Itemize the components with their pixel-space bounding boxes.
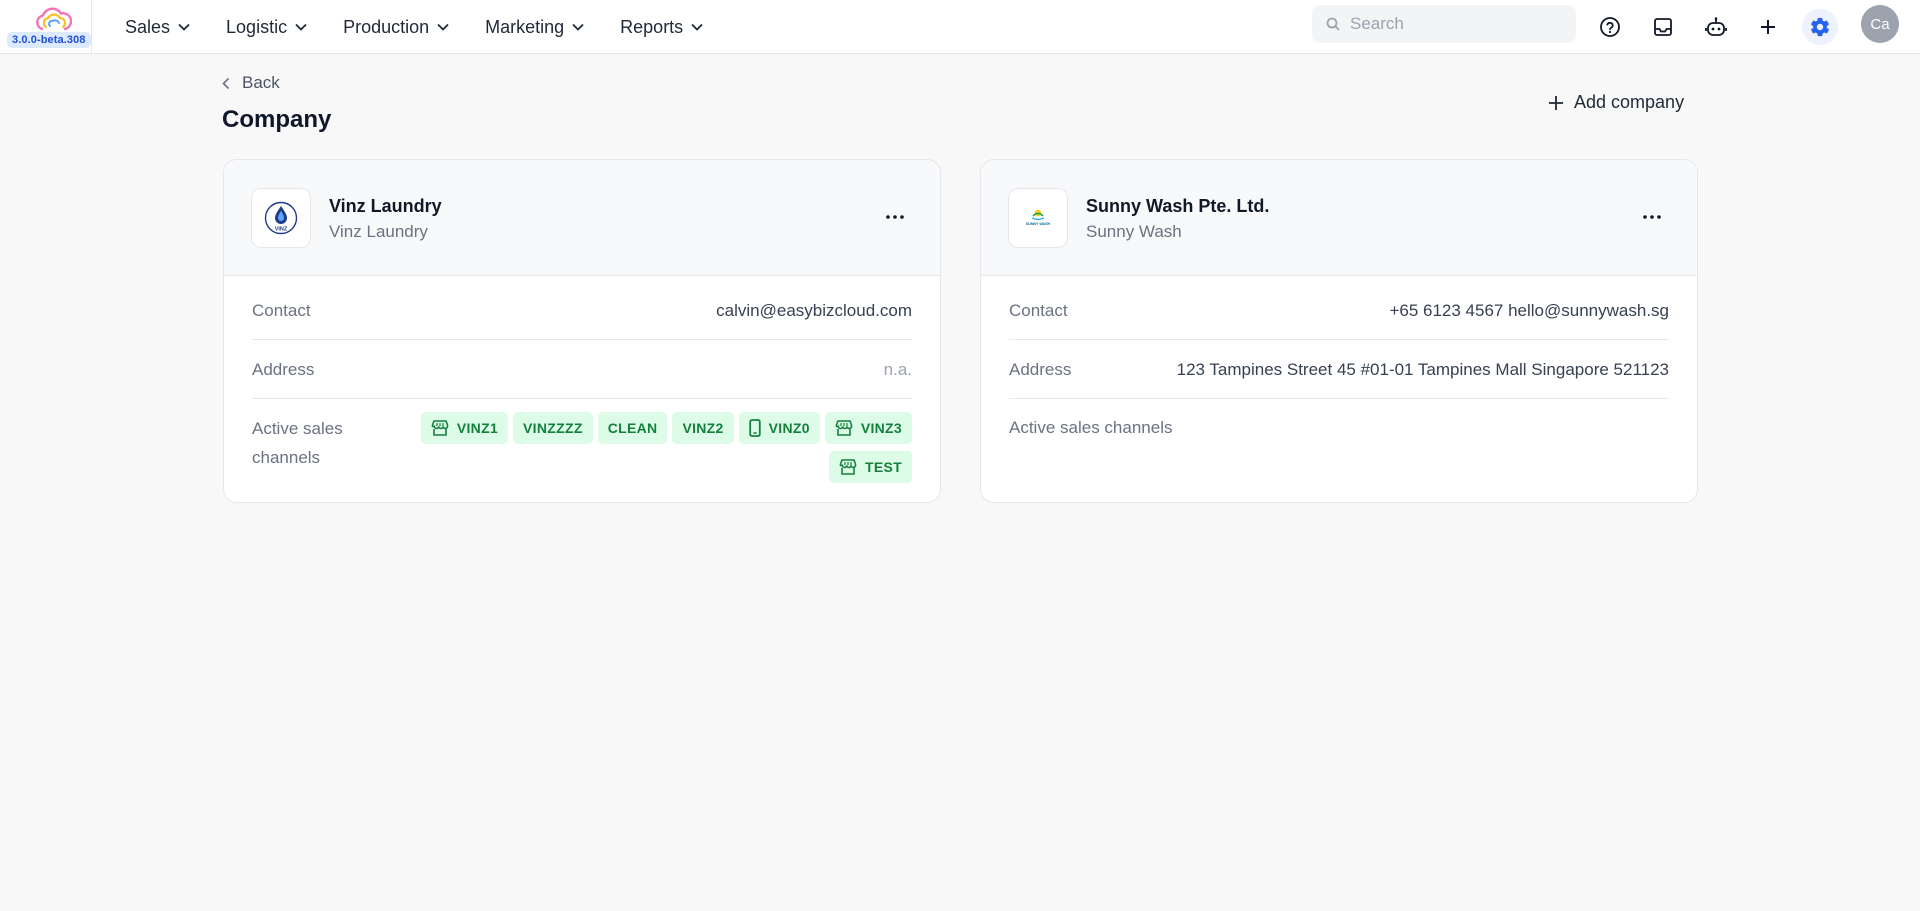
plus-icon [1549,95,1563,110]
logo-text: VINZ [275,227,288,233]
more-options-button[interactable] [1637,202,1667,232]
chevron-down-icon [691,23,703,31]
sunny-wash-logo-icon: SUNNY WASH [1026,209,1051,226]
main-menu: Sales Logistic Production Marketing Repo… [125,0,739,54]
active-sales-channels-label: Active sales channels [1009,418,1173,437]
menu-label: Marketing [485,16,565,37]
contact-row: Contact calvin@easybizcloud.com [252,301,912,321]
address-row: Address n.a. [252,360,912,380]
contact-value: +65 6123 4567 hello@sunnywash.sg [1389,301,1669,320]
sales-channel-chip[interactable]: VINZZZZ [513,412,593,444]
company-card: VINZ Vinz Laundry Vinz Laundry Contact c… [223,159,941,503]
menu-sales[interactable]: Sales [125,17,190,38]
address-label: Address [252,360,315,379]
add-company-button[interactable]: Add company [1548,92,1684,113]
storefront-icon [839,459,857,475]
user-avatar[interactable]: Ca [1861,5,1899,43]
page-title: Company [222,106,332,133]
sales-channel-chip[interactable]: VINZ3 [824,412,912,444]
mobile-phone-icon [748,419,761,437]
sales-channel-list: VINZ1 VINZZZZ CLEAN VINZ2 VINZ0 VINZ3 TE… [420,412,912,483]
version-badge: 3.0.0-beta.308 [7,32,91,48]
chevron-down-icon [572,23,584,31]
sales-channel-label: VINZ3 [860,420,902,436]
company-logo: SUNNY WASH [1008,188,1068,248]
divider [1009,339,1669,340]
menu-label: Logistic [226,16,288,37]
back-link[interactable]: Back [222,73,280,93]
more-horizontal-icon [886,215,904,219]
menu-label: Sales [125,16,171,37]
contact-label: Contact [1009,301,1068,320]
sales-channel-chip[interactable]: VINZ0 [738,412,820,444]
divider [1009,398,1669,399]
top-navbar: 3.0.0-beta.308 Sales Logistic Production… [0,0,1920,54]
sales-channel-label: CLEAN [607,420,658,436]
company-short-name: Vinz Laundry [329,222,428,241]
address-label: Address [1009,360,1072,379]
menu-logistic[interactable]: Logistic [226,17,307,38]
company-logo: VINZ [251,188,311,248]
assistant-button[interactable] [1698,9,1734,45]
company-card: SUNNY WASH Sunny Wash Pte. Ltd. Sunny Wa… [980,159,1698,503]
search-box[interactable] [1312,5,1576,43]
company-card-header: VINZ Vinz Laundry Vinz Laundry [224,160,940,276]
menu-marketing[interactable]: Marketing [485,17,584,38]
search-input[interactable] [1350,14,1550,34]
active-sales-channels-label: Active sales channels [252,419,343,467]
address-value: n.a. [883,360,912,379]
sales-channel-label: VINZZZZ [523,420,583,436]
robot-icon [1705,17,1727,36]
settings-button[interactable] [1802,9,1838,45]
address-row: Address 123 Tampines Street 45 #01-01 Ta… [1009,360,1669,380]
chevron-left-icon [222,77,230,89]
inbox-icon [1654,18,1672,36]
back-label: Back [242,73,280,92]
inbox-button[interactable] [1645,9,1681,45]
sales-channel-chip[interactable]: TEST [829,451,912,483]
active-sales-channels-row: Active sales channels [1009,418,1669,438]
sales-channel-chip[interactable]: VINZ2 [672,412,734,444]
storefront-icon [431,420,449,436]
chevron-down-icon [178,23,190,31]
company-short-name: Sunny Wash [1086,222,1182,241]
storefront-icon [835,420,853,436]
gear-icon [1811,17,1829,37]
plus-icon [1761,20,1775,34]
sales-channel-chip[interactable]: CLEAN [597,412,668,444]
create-button[interactable] [1750,9,1786,45]
app-logo-area[interactable]: 3.0.0-beta.308 [0,0,92,54]
company-name: Vinz Laundry [329,196,442,216]
cloud-logo-icon [36,7,72,31]
menu-label: Production [343,16,430,37]
sales-channel-label: VINZ1 [456,420,499,436]
address-value: 123 Tampines Street 45 #01-01 Tampines M… [1176,360,1669,379]
company-name: Sunny Wash Pte. Ltd. [1086,196,1270,216]
divider [252,339,912,340]
sales-channel-chip[interactable]: VINZ1 [420,412,509,444]
sales-channel-label: VINZ0 [768,420,810,436]
chevron-down-icon [437,23,449,31]
add-company-label: Add company [1574,92,1685,112]
company-card-header: SUNNY WASH Sunny Wash Pte. Ltd. Sunny Wa… [981,160,1697,276]
more-options-button[interactable] [880,202,910,232]
vinz-logo-icon: VINZ [264,201,298,235]
help-circle-icon [1600,17,1620,37]
sales-channel-label: VINZ2 [682,420,724,436]
help-button[interactable] [1592,9,1628,45]
menu-label: Reports [620,16,684,37]
search-icon [1326,17,1340,31]
menu-reports[interactable]: Reports [620,17,703,38]
contact-value: calvin@easybizcloud.com [716,301,912,320]
contact-label: Contact [252,301,311,320]
menu-production[interactable]: Production [343,17,449,38]
chevron-down-icon [295,23,307,31]
more-horizontal-icon [1643,215,1661,219]
logo-text: SUNNY WASH [1026,222,1051,226]
divider [252,398,912,399]
sales-channel-label: TEST [865,459,902,475]
contact-row: Contact +65 6123 4567 hello@sunnywash.sg [1009,301,1669,321]
